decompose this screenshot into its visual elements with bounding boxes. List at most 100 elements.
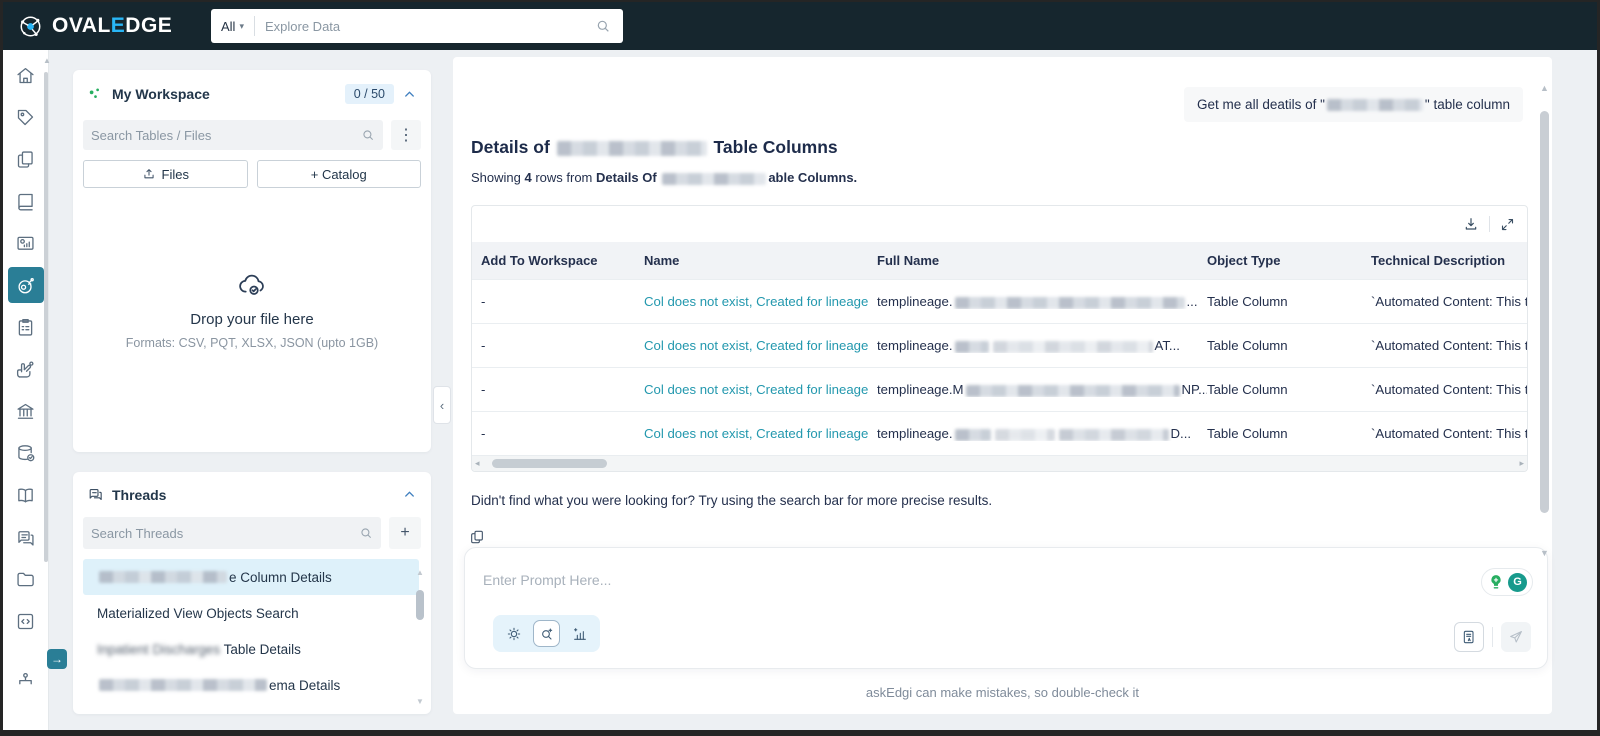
sidebar-item-queries[interactable] xyxy=(3,600,49,642)
threads-search-input[interactable] xyxy=(91,526,359,541)
search-mode-button-selected[interactable] xyxy=(533,620,560,647)
arrow-right-icon: → xyxy=(51,652,63,666)
ovaledge-logo[interactable]: OVALEDGE xyxy=(3,13,172,40)
expand-sidebar-button[interactable]: → xyxy=(47,649,67,669)
ovaledge-logo-icon xyxy=(17,13,44,40)
plus-icon: + xyxy=(400,524,409,542)
sidebar-item-home[interactable] xyxy=(3,54,49,96)
dropzone-formats: Formats: CSV, PQT, XLSX, JSON (upto 1GB) xyxy=(83,336,421,350)
expand-table-button[interactable] xyxy=(1500,217,1515,232)
reasoning-mode-button[interactable] xyxy=(500,620,527,647)
open-book-icon xyxy=(15,485,36,506)
sidebar-item-endorsements[interactable] xyxy=(3,348,49,390)
files-button-label: Files xyxy=(162,167,189,182)
not-found-note: Didn't find what you were looking for? T… xyxy=(471,493,992,508)
vertical-scrollbar-thumb[interactable] xyxy=(1540,111,1549,513)
threads-collapse-chevron-icon[interactable] xyxy=(402,487,417,502)
search-icon xyxy=(361,128,375,142)
sidebar-item-copy[interactable] xyxy=(3,138,49,180)
full-name-cell: templineage.... xyxy=(877,294,1207,309)
workspace-search-box xyxy=(83,120,383,150)
download-button[interactable] xyxy=(1463,216,1479,232)
send-plane-icon xyxy=(1508,629,1524,645)
sidebar-item-lineage[interactable] xyxy=(3,660,49,702)
user-message-bubble: Get me all deatils of "" table column xyxy=(1184,87,1523,122)
workspace-search-input[interactable] xyxy=(91,128,361,143)
agent-selector[interactable]: G xyxy=(1481,568,1533,596)
add-catalog-button[interactable]: + Catalog xyxy=(257,160,422,188)
redacted-text xyxy=(557,141,707,156)
sidebar-item-data-quality[interactable] xyxy=(3,432,49,474)
chart-mode-button[interactable] xyxy=(566,620,593,647)
redacted-text xyxy=(955,429,991,441)
sidebar-item-askedgi-active[interactable] xyxy=(8,267,44,303)
workspace-count-badge: 0 / 50 xyxy=(345,84,394,104)
scroll-down-arrow-icon[interactable]: ▼ xyxy=(1540,548,1549,558)
scroll-right-arrow-icon[interactable]: ▸ xyxy=(1519,458,1524,469)
search-icon xyxy=(359,526,373,540)
rail-scrollbar-up-arrow[interactable]: ▲ xyxy=(43,56,51,65)
tech-description-cell: `Automated Content: This ta xyxy=(1371,382,1527,397)
sidebar-item-discussions[interactable] xyxy=(3,516,49,558)
sidebar-item-projects[interactable] xyxy=(3,306,49,348)
column-name-link[interactable]: Col does not exist, Created for lineage xyxy=(644,294,868,309)
global-search-input[interactable] xyxy=(255,19,595,34)
object-type-cell: Table Column xyxy=(1207,294,1371,309)
column-name-link[interactable]: Col does not exist, Created for lineage xyxy=(644,338,868,353)
sidebar-item-tags[interactable] xyxy=(3,96,49,138)
chevron-down-icon: ▾ xyxy=(239,21,244,32)
workspace-dots-icon xyxy=(87,86,104,103)
thread-item[interactable]: Inpatient Discharges Table Details xyxy=(83,631,419,667)
chat-bubbles-icon xyxy=(15,527,36,548)
search-icon[interactable] xyxy=(595,18,611,34)
scroll-down-arrow-icon[interactable]: ▼ xyxy=(416,697,424,706)
table-horizontal-scrollbar[interactable]: ◂ ▸ xyxy=(472,455,1527,471)
kebab-menu-icon: ⋮ xyxy=(398,125,414,145)
horizontal-scrollbar-thumb[interactable] xyxy=(492,459,607,468)
column-header: Name xyxy=(644,253,877,268)
workspace-collapse-chevron-icon[interactable] xyxy=(402,87,417,102)
collapse-panel-handle[interactable]: ‹ xyxy=(433,386,451,424)
database-check-icon xyxy=(15,443,36,464)
scroll-up-arrow-icon[interactable]: ▲ xyxy=(1540,83,1549,93)
new-thread-button[interactable]: + xyxy=(389,517,421,549)
scroll-left-arrow-icon[interactable]: ◂ xyxy=(475,458,480,469)
send-button[interactable] xyxy=(1501,622,1531,652)
redacted-text xyxy=(1059,429,1169,441)
workspace-kebab-menu-button[interactable]: ⋮ xyxy=(391,120,421,150)
prompt-input[interactable] xyxy=(483,572,1283,588)
code-icon xyxy=(15,611,36,632)
scroll-up-arrow-icon[interactable]: ▲ xyxy=(416,568,424,577)
column-header: Full Name xyxy=(877,253,1207,268)
fullscreen-expand-icon xyxy=(1500,217,1515,232)
search-scope-dropdown[interactable]: All ▾ xyxy=(211,19,254,34)
sidebar-item-catalog-book[interactable] xyxy=(3,180,49,222)
thread-item[interactable]: ema Details xyxy=(83,667,419,703)
rail-scrollbar-thumb[interactable] xyxy=(44,72,48,562)
redacted-text xyxy=(99,571,227,583)
askedgi-robot-icon xyxy=(15,275,36,296)
table-header-row: Add To Workspace Name Full Name Object T… xyxy=(472,242,1527,279)
upload-files-button[interactable]: Files xyxy=(83,160,248,188)
copy-icon xyxy=(469,529,485,545)
sidebar-item-files[interactable] xyxy=(3,558,49,600)
results-table-card: Add To Workspace Name Full Name Object T… xyxy=(471,205,1528,472)
column-name-link[interactable]: Col does not exist, Created for lineage xyxy=(644,426,868,441)
chat-vertical-scrollbar[interactable]: ▲ ▼ xyxy=(1538,83,1551,583)
thread-item-active[interactable]: e Column Details xyxy=(83,559,419,595)
redacted-text xyxy=(662,173,766,185)
thread-item[interactable]: Materialized View Objects Search xyxy=(83,595,419,631)
redacted-text xyxy=(99,679,267,691)
sidebar-item-reports[interactable] xyxy=(3,222,49,264)
prompt-library-button[interactable] xyxy=(1454,622,1484,652)
file-dropzone[interactable]: Drop your file here Formats: CSV, PQT, X… xyxy=(83,270,421,350)
g-agent-badge: G xyxy=(1508,573,1527,592)
book-icon xyxy=(15,191,36,212)
threads-scrollbar[interactable]: ▲ ▼ xyxy=(415,568,426,706)
column-name-link[interactable]: Col does not exist, Created for lineage xyxy=(644,382,868,397)
sidebar-item-glossary[interactable] xyxy=(3,474,49,516)
sidebar-item-governance[interactable] xyxy=(3,390,49,432)
thread-label: Table Details xyxy=(220,642,301,657)
threads-scrollbar-thumb[interactable] xyxy=(416,590,424,620)
object-type-cell: Table Column xyxy=(1207,338,1371,353)
